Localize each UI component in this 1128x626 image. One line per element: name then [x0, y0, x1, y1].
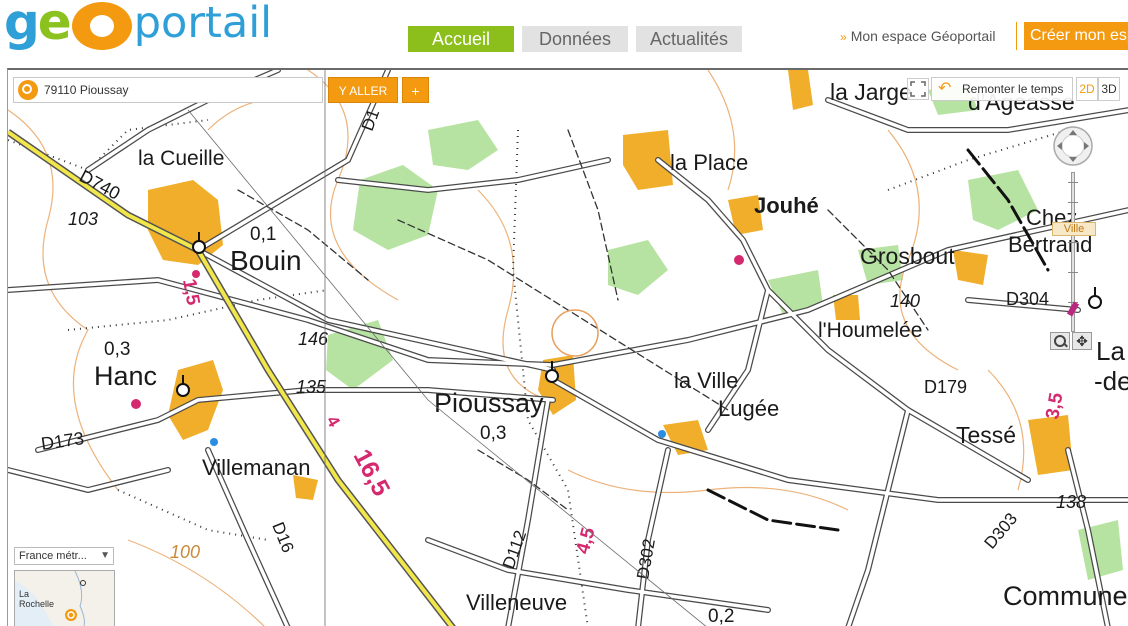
zoom-tick: [1068, 272, 1078, 273]
place-label: la Place: [670, 150, 748, 175]
elevation-label: 140: [890, 291, 920, 311]
road-label: D16: [268, 519, 297, 555]
distance-label: 1,5: [178, 277, 203, 307]
distance-label: 16,5: [348, 445, 396, 501]
more-options-button[interactable]: +: [402, 77, 429, 103]
elevation-label: 103: [68, 209, 98, 229]
overview-map-drawing: La Rochelle: [15, 571, 86, 626]
tab-donnees[interactable]: Données: [522, 26, 628, 52]
center-map-button[interactable]: ✥: [1072, 332, 1092, 350]
overview-label: La Rochelle: [19, 589, 54, 609]
road-label: D302: [633, 537, 659, 580]
mon-espace-label: Mon espace Géoportail: [850, 28, 996, 44]
elevation-label: 146: [298, 329, 329, 349]
zoom-tick: [1068, 242, 1078, 243]
map-labels: la Cueille Bouin Hanc Villemanan Pioussa…: [40, 79, 1128, 626]
road-label: D173: [40, 428, 85, 454]
go-button[interactable]: Y ALLER: [328, 77, 398, 103]
elevation-label: 135: [296, 377, 327, 397]
road-label: D179: [924, 377, 967, 397]
place-label: Villemanan: [202, 455, 310, 480]
mode-3d-button[interactable]: 3D: [1098, 77, 1120, 101]
logo-mark: ge: [4, 0, 72, 51]
place-label: Villeneuve: [466, 590, 567, 615]
pan-arrows-icon: [1053, 126, 1093, 166]
create-account-button[interactable]: Créer mon espace: [1024, 22, 1128, 50]
place-label: Grosbout: [860, 243, 955, 269]
logo-text: portail: [133, 0, 273, 48]
search-box[interactable]: [13, 77, 323, 103]
header-divider: [1016, 22, 1017, 50]
topographic-map[interactable]: la Cueille Bouin Hanc Villemanan Pioussa…: [8, 70, 1128, 626]
undo-icon: ↶: [938, 80, 952, 97]
map-viewport[interactable]: la Cueille Bouin Hanc Villemanan Pioussa…: [7, 68, 1128, 626]
zoom-level-label: Ville: [1052, 222, 1096, 236]
mode-2d-button[interactable]: 2D: [1076, 77, 1098, 101]
time-travel-button[interactable]: ↶ Remonter le temps: [931, 77, 1073, 101]
place-label: Lugée: [718, 396, 779, 421]
time-travel-label: Remonter le temps: [962, 82, 1064, 96]
elevation-label: 0,3: [480, 423, 506, 444]
elevation-label: 138: [1056, 492, 1086, 512]
search-input[interactable]: [44, 83, 304, 97]
geoportail-logo[interactable]: ge portail: [4, 0, 272, 56]
tab-actualites[interactable]: Actualités: [636, 26, 742, 52]
territory-select-value: France métr...: [19, 550, 87, 562]
place-label: Pioussay: [434, 388, 544, 418]
elevation-label: 0,1: [250, 224, 276, 245]
distance-label: 4,5: [573, 525, 600, 556]
overview-map[interactable]: La Rochelle: [14, 570, 115, 626]
place-label: la Ville: [674, 368, 738, 393]
place-label: Tessé: [956, 422, 1016, 448]
site-header: ge portail Accueil Données Actualités » Mo…: [0, 0, 1128, 68]
place-label: Jouhé: [754, 193, 819, 218]
elevation-label: 100: [170, 542, 200, 562]
place-label: la Jarge: [830, 79, 912, 105]
place-label: l'Houmelée: [818, 319, 922, 342]
logo-o: [71, 2, 132, 50]
pan-control[interactable]: [1052, 125, 1094, 167]
fullscreen-icon: [910, 81, 926, 97]
tab-accueil[interactable]: Accueil: [408, 26, 514, 52]
water-points: [210, 430, 666, 446]
elevation-label: 0,2: [708, 606, 734, 626]
locate-icon[interactable]: [18, 80, 38, 100]
fullscreen-button[interactable]: [907, 78, 929, 100]
place-label: la Cueille: [138, 147, 224, 170]
distance-label: 4: [323, 413, 344, 431]
chevron-down-icon: ▼: [100, 550, 110, 561]
place-label: Commune: [1003, 581, 1128, 611]
place-label: La: [1096, 336, 1125, 366]
elevation-label: 0,3: [104, 339, 130, 360]
zoom-tick: [1068, 202, 1078, 203]
place-label: -de: [1094, 366, 1128, 396]
zoom-search-button[interactable]: [1050, 332, 1070, 350]
place-label: Bouin: [230, 245, 302, 276]
chevron-right-icon: »: [840, 30, 847, 44]
territory-select[interactable]: France métr... ▼: [14, 547, 114, 565]
place-label: Hanc: [94, 361, 157, 391]
road-label: D304: [1006, 289, 1049, 309]
road-label: D303: [981, 509, 1022, 552]
mon-espace-link[interactable]: » Mon espace Géoportail: [840, 28, 995, 44]
zoom-tick: [1068, 182, 1078, 183]
location-circle: [551, 309, 599, 357]
